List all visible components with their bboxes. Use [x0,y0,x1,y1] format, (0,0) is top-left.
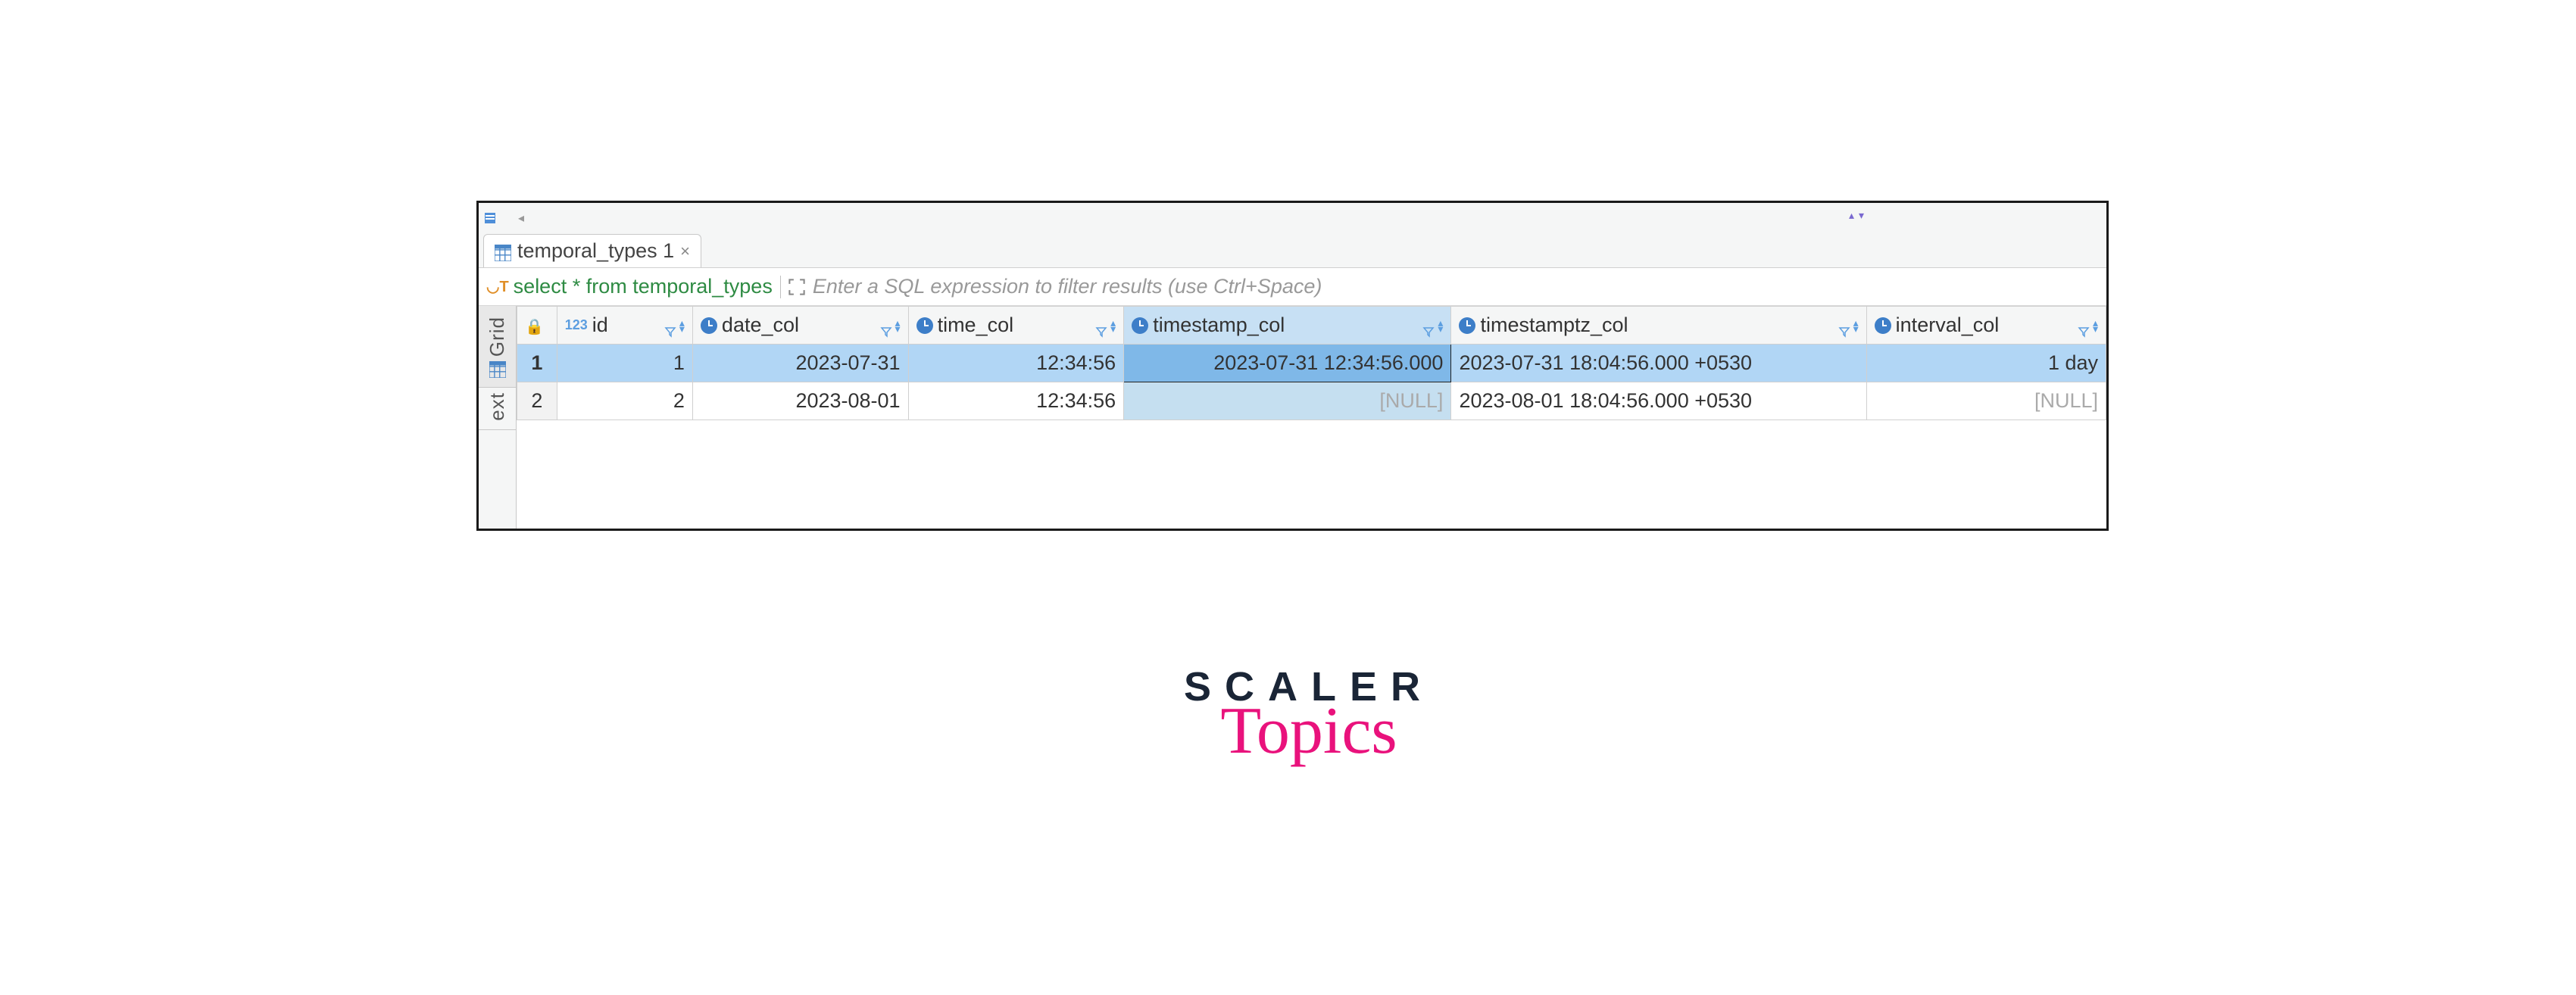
column-header-timestamptz[interactable]: timestamptz_col▴▾ [1451,307,1866,345]
panel-toggle-arrows[interactable]: ▴ ▾ [1849,209,1864,222]
cell-date[interactable]: 2023-07-31 [692,345,908,382]
filter-icon[interactable] [880,320,892,332]
column-header-timestamp[interactable]: timestamp_col▴▾ [1124,307,1451,345]
column-header-date[interactable]: date_col▴▾ [692,307,908,345]
clock-icon [916,317,933,334]
cell-time[interactable]: 12:34:56 [908,382,1124,420]
clock-icon [701,317,717,334]
clock-icon [1459,317,1475,334]
header-row: 🔒 123id▴▾ date_col▴▾ time_col▴▾ timestam… [517,307,2106,345]
sort-icon[interactable]: ▴▾ [679,320,685,332]
cell-interval[interactable]: [NULL] [1866,382,2106,420]
result-tab-bar: temporal_types 1 × [479,233,2106,268]
grid-icon [495,243,511,260]
panel-down-icon[interactable]: ▾ [1859,209,1864,222]
side-tab-grid[interactable]: Grid [479,306,516,388]
result-tab-label: temporal_types 1 [517,239,674,263]
scaler-topics-logo: SCALER Topics [1180,663,1438,761]
results-table: 🔒 123id▴▾ date_col▴▾ time_col▴▾ timestam… [517,306,2106,420]
cell-date[interactable]: 2023-08-01 [692,382,908,420]
close-tab-icon[interactable]: × [680,242,690,261]
clock-icon [1875,317,1891,334]
column-header-id[interactable]: 123id▴▾ [557,307,692,345]
cell-timestamptz[interactable]: 2023-07-31 18:04:56.000 +0530 [1451,345,1866,382]
table-icon-small [485,213,495,223]
cell-time[interactable]: 12:34:56 [908,345,1124,382]
clock-icon [1132,317,1148,334]
top-strip: ◂ ▴ ▾ [479,203,2106,233]
result-tab[interactable]: temporal_types 1 × [483,234,701,267]
lock-icon: 🔒 [525,319,544,335]
side-tab-text[interactable]: ext [479,388,516,430]
cell-id[interactable]: 2 [557,382,692,420]
sql-query-text[interactable]: select * from temporal_types [514,275,773,298]
table-row[interactable]: 1 1 2023-07-31 12:34:56 2023-07-31 12:34… [517,345,2106,382]
dbeaver-results-panel: ◂ ▴ ▾ temporal_types 1 × ◡T select * fro… [476,201,2109,531]
cell-id[interactable]: 1 [557,345,692,382]
sort-icon[interactable]: ▴▾ [895,320,901,332]
cell-timestamp[interactable]: 2023-07-31 12:34:56.000 [1124,345,1451,382]
numeric-type-icon: 123 [565,317,588,333]
cell-timestamptz[interactable]: 2023-08-01 18:04:56.000 +0530 [1451,382,1866,420]
table-row[interactable]: 2 2 2023-08-01 12:34:56 [NULL] 2023-08-0… [517,382,2106,420]
filter-icon[interactable] [1095,320,1107,332]
filter-icon[interactable] [1838,320,1850,332]
sql-query-display: ◡T select * from temporal_types [486,275,773,298]
sort-icon[interactable]: ▴▾ [1853,320,1859,332]
filter-icon[interactable] [1422,320,1435,332]
filter-icon[interactable] [2078,320,2090,332]
sort-icon[interactable]: ▴▾ [2093,320,2098,332]
cell-interval[interactable]: 1 day [1866,345,2106,382]
cell-timestamp[interactable]: [NULL] [1124,382,1451,420]
filter-icon[interactable] [664,320,676,332]
scroll-left-arrow[interactable]: ◂ [518,211,524,226]
divider [780,276,781,298]
sql-script-icon: ◡T [486,277,509,296]
sql-filter-bar: ◡T select * from temporal_types Enter a … [479,268,2106,306]
column-header-interval[interactable]: interval_col▴▾ [1866,307,2106,345]
rownum-header[interactable]: 🔒 [517,307,557,345]
sort-icon[interactable]: ▴▾ [1438,320,1443,332]
column-header-time[interactable]: time_col▴▾ [908,307,1124,345]
sort-icon[interactable]: ▴▾ [1110,320,1116,332]
data-grid[interactable]: 🔒 123id▴▾ date_col▴▾ time_col▴▾ timestam… [517,306,2106,529]
expand-icon[interactable] [788,279,805,295]
row-number[interactable]: 2 [517,382,557,420]
sql-filter-input[interactable]: Enter a SQL expression to filter results… [813,275,1322,298]
side-tabs: Grid ext [479,306,517,529]
grid-body: Grid ext 🔒 123id▴▾ date_ [479,306,2106,529]
panel-up-icon[interactable]: ▴ [1849,209,1854,222]
grid-icon [489,360,506,376]
row-number[interactable]: 1 [517,345,557,382]
